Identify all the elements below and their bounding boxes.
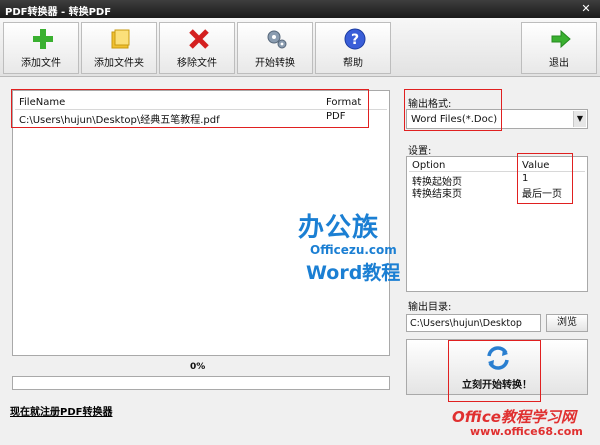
svg-text:?: ? bbox=[351, 32, 359, 48]
browse-button[interactable]: 浏览 bbox=[546, 314, 588, 332]
start-highlight-box bbox=[448, 340, 541, 402]
watermark-brand: 办公族 bbox=[298, 213, 380, 243]
remove-file-label: 移除文件 bbox=[177, 58, 217, 69]
watermark-domain: Officezu.com bbox=[310, 243, 397, 257]
end-page-option: 转换结束页 bbox=[412, 189, 462, 200]
exit-button[interactable]: 退出 bbox=[521, 22, 597, 74]
app-window: PDF转换器 - 转换PDF ✕ 添加文件 添加文件夹 移除文件 开始转换 ? … bbox=[0, 0, 600, 445]
remove-file-button[interactable]: 移除文件 bbox=[159, 22, 235, 74]
file-highlight-box bbox=[11, 89, 369, 128]
remove-x-icon bbox=[189, 29, 209, 49]
add-file-button[interactable]: 添加文件 bbox=[3, 22, 79, 74]
window-title: PDF转换器 - 转换PDF bbox=[5, 7, 112, 18]
add-folder-label: 添加文件夹 bbox=[94, 58, 144, 69]
output-dir-value: C:\Users\hujun\Desktop bbox=[410, 318, 522, 329]
close-icon[interactable]: ✕ bbox=[580, 2, 592, 15]
progress-percent: 0% bbox=[190, 362, 206, 372]
toolbar: 添加文件 添加文件夹 移除文件 开始转换 ? 帮助 退出 bbox=[0, 18, 600, 77]
exit-label: 退出 bbox=[549, 58, 569, 69]
title-bar: PDF转换器 - 转换PDF ✕ bbox=[0, 0, 600, 18]
help-icon: ? bbox=[344, 28, 366, 50]
add-folder-button[interactable]: 添加文件夹 bbox=[81, 22, 157, 74]
folder-icon bbox=[111, 29, 130, 49]
watermark-site-name: Office教程学习网 bbox=[452, 408, 576, 426]
output-dir-field[interactable]: C:\Users\hujun\Desktop bbox=[406, 314, 541, 332]
help-button[interactable]: ? 帮助 bbox=[315, 22, 391, 74]
exit-arrow-icon bbox=[551, 29, 571, 49]
option-header[interactable]: Option bbox=[412, 160, 445, 171]
settings-label: 设置: bbox=[408, 146, 432, 157]
gears-icon bbox=[267, 30, 287, 49]
add-file-label: 添加文件 bbox=[21, 58, 61, 69]
chevron-down-icon[interactable]: ▼ bbox=[573, 111, 586, 127]
start-convert-label: 开始转换 bbox=[255, 58, 295, 69]
watermark-tutorial: Word教程 bbox=[306, 262, 401, 284]
format-highlight-box bbox=[404, 89, 502, 131]
start-convert-button[interactable]: 开始转换 bbox=[237, 22, 313, 74]
progress-bar bbox=[12, 376, 390, 390]
output-dir-label: 输出目录: bbox=[408, 302, 452, 313]
register-link[interactable]: 现在就注册PDF转换器 bbox=[10, 403, 112, 418]
watermark-site-url: www.office68.com bbox=[470, 425, 583, 438]
help-label: 帮助 bbox=[343, 58, 363, 69]
value-highlight-box bbox=[517, 153, 573, 204]
add-plus-icon bbox=[33, 29, 53, 49]
